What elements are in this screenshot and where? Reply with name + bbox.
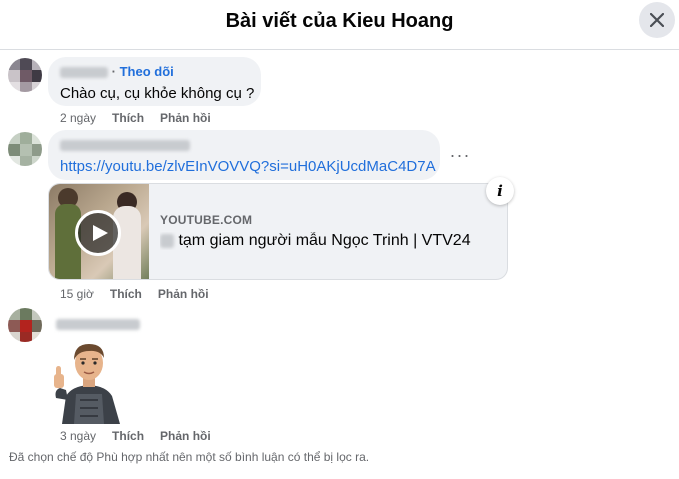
- comment-time[interactable]: 15 giờ: [60, 287, 94, 301]
- comment-author[interactable]: [56, 316, 140, 332]
- close-icon: [650, 13, 664, 27]
- preview-title-row: tạm giam người mẫu Ngọc Trinh | VTV24: [160, 232, 500, 250]
- separator-dot: ·: [111, 64, 116, 79]
- filter-notice: Đã chọn chế độ Phù hợp nhất nên một số b…: [9, 450, 370, 464]
- comment-actions: 2 ngày Thích Phản hồi: [60, 111, 211, 125]
- video-thumbnail: [49, 184, 149, 279]
- reply-button[interactable]: Phản hồi: [158, 287, 209, 301]
- comment-time[interactable]: 3 ngày: [60, 429, 96, 443]
- preview-domain: YOUTUBE.COM: [160, 213, 253, 227]
- dialog-title: Bài viết của Kieu Hoang: [225, 10, 454, 32]
- comment-actions: 3 ngày Thích Phản hồi: [60, 429, 211, 443]
- avatar[interactable]: [8, 308, 42, 342]
- like-button[interactable]: Thích: [112, 429, 144, 443]
- redacted-author-name: [60, 140, 190, 152]
- like-button[interactable]: Thích: [112, 111, 144, 125]
- avatar[interactable]: [8, 132, 42, 166]
- dialog-header: Bài viết của Kieu Hoang: [0, 0, 679, 50]
- comment-bubble: https://youtu.be/zlvEInVOVVQ?si=uH0AKjUc…: [48, 130, 440, 180]
- reply-button[interactable]: Phản hồi: [160, 111, 211, 125]
- comment-author[interactable]: [60, 137, 428, 153]
- redacted-author-name: [56, 319, 140, 331]
- avatar[interactable]: [8, 58, 42, 92]
- redacted-author-name: [60, 67, 108, 79]
- more-options-button[interactable]: ···: [448, 143, 472, 167]
- comment-link[interactable]: https://youtu.be/zlvEInVOVVQ?si=uH0AKjUc…: [60, 157, 436, 177]
- preview-title: tạm giam người mẫu Ngọc Trinh | VTV24: [178, 232, 471, 249]
- like-button[interactable]: Thích: [110, 287, 142, 301]
- redacted-title-prefix: [160, 233, 174, 248]
- play-icon: [92, 225, 108, 241]
- info-icon: i: [497, 182, 503, 200]
- comment-time[interactable]: 2 ngày: [60, 111, 96, 125]
- more-options-icon: ···: [449, 144, 471, 165]
- comment-bubble: · Theo dõi Chào cụ, cụ khỏe không cụ ?: [48, 57, 261, 106]
- comment-text: Chào cụ, cụ khỏe không cụ ?: [60, 85, 255, 102]
- close-button[interactable]: [639, 2, 675, 38]
- reply-button[interactable]: Phản hồi: [160, 429, 211, 443]
- play-button[interactable]: [75, 210, 121, 256]
- info-button[interactable]: i: [486, 177, 514, 205]
- link-preview-card[interactable]: YOUTUBE.COM tạm giam người mẫu Ngọc Trin…: [48, 183, 508, 280]
- comment-author[interactable]: · Theo dõi: [60, 64, 249, 80]
- thumbs-up-man-sticker: [54, 344, 120, 424]
- comment-actions: 15 giờ Thích Phản hồi: [60, 287, 209, 301]
- follow-link[interactable]: Theo dõi: [120, 64, 174, 79]
